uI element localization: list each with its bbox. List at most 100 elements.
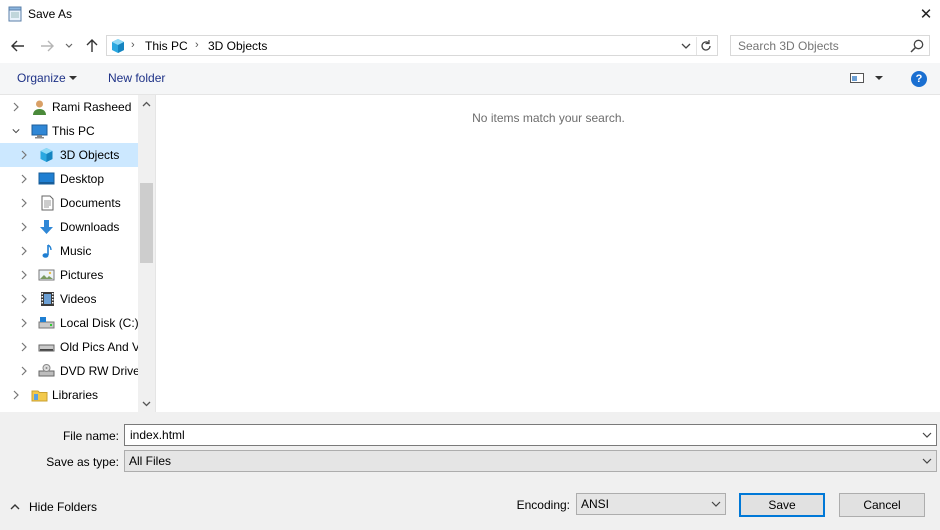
chevron-right-icon[interactable] [20,150,28,160]
command-bar: Organize New folder ? [0,63,940,95]
breadcrumb-separator: › [195,39,199,51]
nav-item-label: Rami Rasheed [52,100,132,114]
nav-item-music[interactable]: Music [0,239,138,263]
chevron-down-icon[interactable] [922,431,932,439]
navigation-scrollbar[interactable] [138,95,155,412]
nav-item-old-pics-drive[interactable]: Old Pics And V [0,335,138,359]
nav-item-label: Libraries [52,388,99,402]
up-arrow-icon [86,39,98,52]
nav-item-label: Local Disk (C:) [60,316,139,330]
save-as-type-select[interactable]: All Files [124,450,937,472]
search-input[interactable] [731,36,908,55]
chevron-right-icon[interactable] [12,390,20,400]
search-icon[interactable] [909,38,925,54]
encoding-label: Encoding: [516,498,570,512]
drive-icon [38,344,55,352]
organize-button[interactable]: Organize [17,71,66,85]
cube-3d-icon [40,148,53,162]
title-bar: Save As ✕ [0,0,940,30]
refresh-button[interactable] [696,37,715,55]
empty-folder-message: No items match your search. [472,111,625,125]
organize-dropdown-icon [69,76,77,80]
nav-item-label: DVD RW Drive [60,364,140,378]
nav-item-pictures[interactable]: Pictures [0,263,138,287]
close-button[interactable]: ✕ [912,2,940,26]
pane-divider[interactable] [155,95,156,412]
chevron-down-icon [711,501,721,507]
file-name-value[interactable]: index.html [130,428,185,442]
hide-folders-label: Hide Folders [29,500,98,514]
save-as-type-label: Save as type: [46,455,119,469]
save-button[interactable]: Save [739,493,825,517]
view-dropdown-icon[interactable] [875,76,883,80]
up-button[interactable] [82,35,102,57]
chevron-right-icon[interactable] [20,198,28,208]
chevron-right-icon[interactable] [20,294,28,304]
nav-item-this-pc[interactable]: This PC [0,119,138,143]
chevron-down-icon[interactable] [12,126,20,136]
breadcrumb-3d-objects[interactable]: 3D Objects [208,39,267,53]
back-button[interactable] [8,35,28,57]
recent-locations-button[interactable] [62,35,76,57]
nav-item-videos[interactable]: Videos [0,287,138,311]
nav-item-label: Pictures [60,268,104,282]
breadcrumb-separator: › [131,39,135,51]
chevron-right-icon[interactable] [20,222,28,232]
view-options-button[interactable] [850,72,864,87]
computer-icon [31,124,48,139]
chevron-up-icon [10,504,20,510]
scroll-down-icon[interactable] [142,399,151,408]
nav-item-label: 3D Objects [60,148,120,162]
nav-item-label: Music [60,244,92,258]
nav-item-downloads[interactable]: Downloads [0,215,138,239]
dvd-drive-icon [38,364,55,377]
close-icon: ✕ [919,6,933,23]
nav-item-dvd-drive[interactable]: DVD RW Drive [0,359,140,383]
nav-item-documents[interactable]: Documents [0,191,138,215]
chevron-right-icon[interactable] [12,102,20,112]
breadcrumb-this-pc[interactable]: This PC [145,39,188,53]
address-dropdown-button[interactable] [679,38,693,54]
new-folder-button[interactable]: New folder [108,71,165,85]
encoding-select[interactable]: ANSI [576,493,726,515]
nav-item-desktop[interactable]: Desktop [0,167,138,191]
chevron-right-icon[interactable] [20,174,28,184]
nav-item-local-disk[interactable]: Local Disk (C:) [0,311,139,335]
nav-item-label: Videos [60,292,97,306]
file-name-label: File name: [62,429,119,443]
navigation-pane: Rami Rasheed This PC 3D Objects Desktop … [0,95,156,412]
nav-item-user[interactable]: Rami Rasheed [0,95,138,119]
video-icon [41,292,54,306]
user-icon [33,100,46,115]
notepad-icon [8,6,22,22]
encoding-value: ANSI [581,497,610,511]
nav-item-label: Old Pics And V [60,340,138,354]
chevron-right-icon[interactable] [20,342,28,352]
cancel-button[interactable]: Cancel [839,493,925,517]
chevron-right-icon[interactable] [20,318,28,328]
forward-button[interactable] [37,35,57,57]
nav-item-libraries[interactable]: Libraries [0,383,138,407]
search-box[interactable] [730,35,930,56]
window-title: Save As [28,7,73,21]
libraries-icon [31,390,48,402]
nav-item-3d-objects[interactable]: 3D Objects [0,143,138,167]
chevron-right-icon[interactable] [20,246,28,256]
scroll-up-icon[interactable] [142,100,151,109]
nav-item-label: Downloads [60,220,120,234]
scrollbar-thumb[interactable] [140,183,153,263]
file-name-field[interactable]: index.html [124,424,937,446]
help-button[interactable]: ? [911,71,927,87]
address-bar[interactable]: › This PC › 3D Objects [106,35,718,56]
chevron-right-icon[interactable] [20,270,28,280]
desktop-icon [38,172,55,185]
chevron-right-icon[interactable] [20,366,28,376]
chevron-down-icon [65,43,73,48]
chevron-down-icon [681,43,691,49]
document-icon [41,195,54,211]
pictures-icon [38,269,55,281]
save-as-type-value: All Files [129,454,172,468]
download-icon [40,220,53,234]
nav-item-label: Documents [60,196,121,210]
forward-arrow-icon [41,40,54,52]
